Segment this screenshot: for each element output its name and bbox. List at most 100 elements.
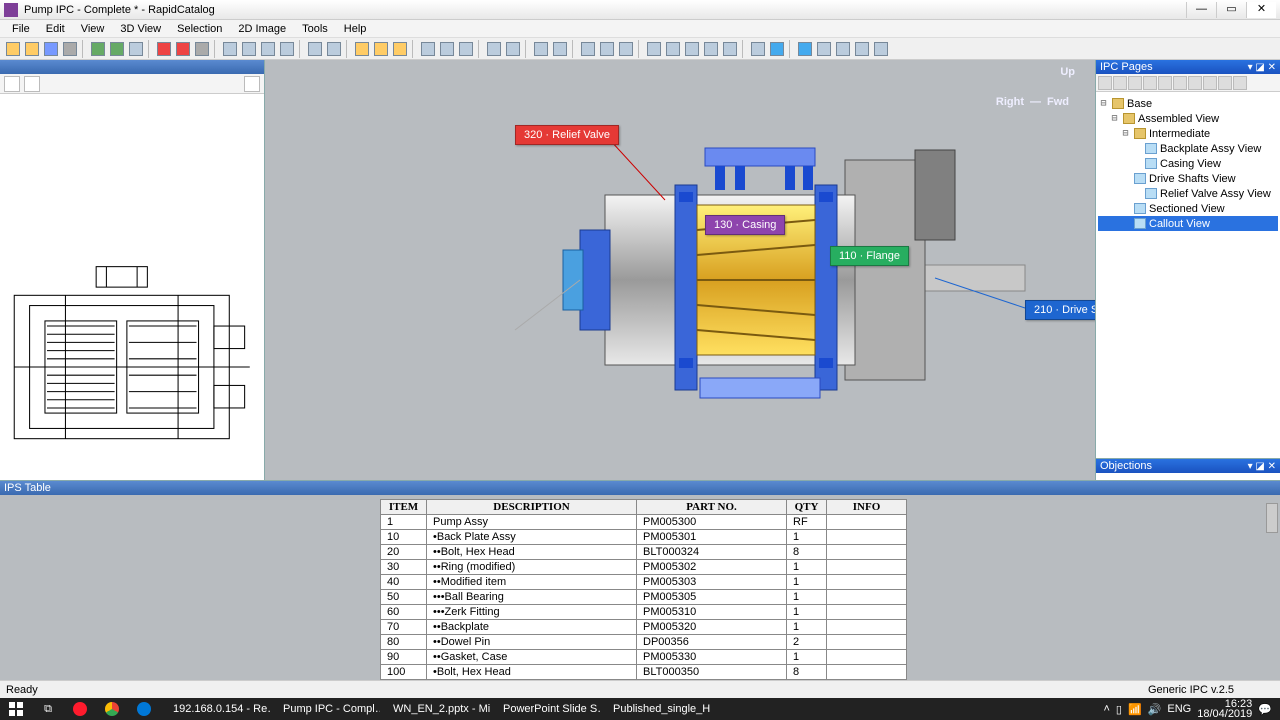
taskbar-task[interactable]: 192.168.0.154 - Re… [160,698,270,720]
ipc-toolbar-btn-2[interactable] [1128,76,1142,90]
parts-table-header[interactable]: IPS Table [0,481,1280,495]
ipc-toolbar-btn-1[interactable] [1113,76,1127,90]
menu-selection[interactable]: Selection [169,21,230,37]
ipc-pages-title[interactable]: IPC Pages▾ ◪ ✕ [1096,60,1280,74]
toolbar-·-button[interactable] [683,40,701,58]
start-button[interactable] [0,698,32,720]
lp-top-tab-options[interactable] [244,76,260,92]
callout-130[interactable]: 130 · Casing [705,215,785,235]
col-description[interactable]: DESCRIPTION [427,500,637,515]
tree-node-drive-shafts-view[interactable]: Drive Shafts View [1098,171,1278,186]
tray-notifications-icon[interactable]: 💬 [1258,703,1272,716]
toolbar-redo-button[interactable] [108,40,126,58]
table-row[interactable]: 10•Back Plate AssyPM0053011 [381,530,907,545]
lp-top-tab-2[interactable] [24,76,40,92]
tree-node-assembled-view[interactable]: ⊟Assembled View [1098,111,1278,126]
task-view-button[interactable]: ⧉ [32,698,64,720]
toolbar-rect-button[interactable] [721,40,739,58]
toolbar-zoom-button[interactable] [391,40,409,58]
toolbar-copy-button[interactable] [551,40,569,58]
tree-node-relief-valve-assy-view[interactable]: Relief Valve Assy View [1098,186,1278,201]
lp-top-tab-1[interactable] [4,76,20,92]
close-button[interactable]: ✕ [1246,2,1276,18]
ipc-toolbar-btn-3[interactable] [1143,76,1157,90]
col-info[interactable]: INFO [827,500,907,515]
toolbar-box1-button[interactable] [438,40,456,58]
table-row[interactable]: 80••Dowel PinDP003562 [381,635,907,650]
toolbar-sel-button[interactable] [306,40,324,58]
toolbar-save-button[interactable] [42,40,60,58]
parts-table-body[interactable]: ITEMDESCRIPTIONPART NO.QTYINFO 1Pump Ass… [0,495,1280,680]
toolbar-doc-button[interactable] [815,40,833,58]
table-row[interactable]: 100•Bolt, Hex HeadBLT0003508 [381,665,907,680]
toolbar-img-button[interactable] [485,40,503,58]
toolbar-grid-button[interactable] [221,40,239,58]
callout-210[interactable]: 210 · Drive Shaft [1025,300,1095,320]
tree-node-sectioned-view[interactable]: Sectioned View [1098,201,1278,216]
table-row[interactable]: 70••BackplatePM0053201 [381,620,907,635]
ipc-toolbar-btn-6[interactable] [1188,76,1202,90]
ipc-toolbar-btn-5[interactable] [1173,76,1187,90]
scrollbar-thumb[interactable] [1266,503,1278,533]
tree-node-callout-view[interactable]: Callout View [1098,216,1278,231]
toolbar-delete-button[interactable] [155,40,173,58]
ipc-toolbar-btn-9[interactable] [1233,76,1247,90]
tray-wifi-icon[interactable]: 📶 [1128,703,1142,716]
tree-node-backplate-assy-view[interactable]: Backplate Assy View [1098,141,1278,156]
table-row[interactable]: 90••Gasket, CasePM0053301 [381,650,907,665]
callout-320[interactable]: 320 · Relief Valve [515,125,619,145]
toolbar-·-button[interactable] [504,40,522,58]
taskbar-task[interactable]: PowerPoint Slide S… [490,698,600,720]
toolbar-open-button[interactable] [23,40,41,58]
menu-edit[interactable]: Edit [38,21,73,37]
toolbar-·-button[interactable] [127,40,145,58]
left-panel-header[interactable] [0,60,264,74]
minimize-button[interactable]: — [1186,2,1216,18]
tree-node-intermediate[interactable]: ⊟Intermediate [1098,126,1278,141]
toolbar-tri-button[interactable] [278,40,296,58]
tray-lang[interactable]: ENG [1167,703,1191,715]
tray-volume-icon[interactable]: 🔊 [1148,703,1162,716]
toolbar-tool1-button[interactable] [579,40,597,58]
parts-table[interactable]: ITEMDESCRIPTIONPART NO.QTYINFO 1Pump Ass… [380,499,907,680]
menu-2d-image[interactable]: 2D Image [230,21,294,37]
taskbar-task[interactable]: Pump IPC - Compl… [270,698,380,720]
menu-tools[interactable]: Tools [294,21,336,37]
toolbar-cube-button[interactable] [259,40,277,58]
objects-panel-title[interactable]: Objections▾ ◪ ✕ [1096,459,1280,473]
callout-110[interactable]: 110 · Flange [830,246,909,266]
toolbar-undo-button[interactable] [89,40,107,58]
browser-edge-icon[interactable] [128,698,160,720]
browser-chrome-icon[interactable] [96,698,128,720]
table-row[interactable]: 40••Modified itemPM0053031 [381,575,907,590]
tray-up-icon[interactable]: ˄ [1103,703,1109,715]
ipc-toolbar-btn-4[interactable] [1158,76,1172,90]
toolbar-play-button[interactable] [768,40,786,58]
tray-clock[interactable]: 16:23 18/04/2019 [1197,699,1252,719]
toolbar-note-button[interactable] [834,40,852,58]
menu-view[interactable]: View [73,21,113,37]
col-qty[interactable]: QTY [787,500,827,515]
toolbar-arrow-button[interactable] [419,40,437,58]
col-partno[interactable]: PART NO. [637,500,787,515]
taskbar-task[interactable]: WN_EN_2.pptx - Mi… [380,698,490,720]
toolbar-box2-button[interactable] [457,40,475,58]
table-row[interactable]: 60•••Zerk FittingPM0053101 [381,605,907,620]
toolbar-print-button[interactable] [61,40,79,58]
menu-file[interactable]: File [4,21,38,37]
table-row[interactable]: 1Pump AssyPM005300RF [381,515,907,530]
taskbar-task[interactable]: Published_single_H… [600,698,710,720]
toolbar-align-button[interactable] [645,40,663,58]
tray-battery-icon[interactable]: ▯ [1116,703,1122,716]
toolbar-·-button[interactable] [664,40,682,58]
toolbar-sphere-button[interactable] [240,40,258,58]
maximize-button[interactable]: ▭ [1216,2,1246,18]
system-tray[interactable]: ˄ ▯ 📶 🔊 ENG 16:23 18/04/2019 💬 [1095,699,1280,719]
table-row[interactable]: 30••Ring (modified)PM0053021 [381,560,907,575]
toolbar-orbit-button[interactable] [353,40,371,58]
ipc-toolbar-btn-8[interactable] [1218,76,1232,90]
toolbar-·-button[interactable] [749,40,767,58]
toolbar-·-button[interactable] [872,40,890,58]
toolbar-globe-button[interactable] [796,40,814,58]
menu-help[interactable]: Help [336,21,375,37]
